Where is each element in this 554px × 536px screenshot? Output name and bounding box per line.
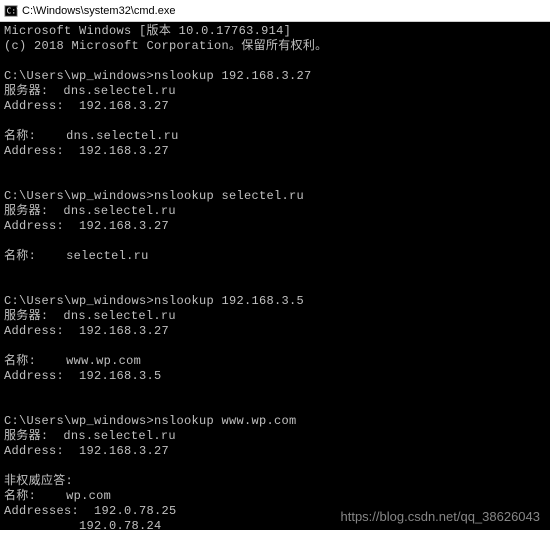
- cmd-icon: C:\: [4, 4, 18, 18]
- watermark-text: https://blog.csdn.net/qq_38626043: [341, 509, 541, 524]
- terminal-output[interactable]: Microsoft Windows [版本 10.0.17763.914] (c…: [0, 22, 550, 530]
- window-title: C:\Windows\system32\cmd.exe: [22, 5, 175, 17]
- svg-text:C:\: C:\: [7, 6, 18, 15]
- cmd-window: C:\ C:\Windows\system32\cmd.exe Microsof…: [0, 0, 550, 530]
- titlebar[interactable]: C:\ C:\Windows\system32\cmd.exe: [0, 0, 550, 22]
